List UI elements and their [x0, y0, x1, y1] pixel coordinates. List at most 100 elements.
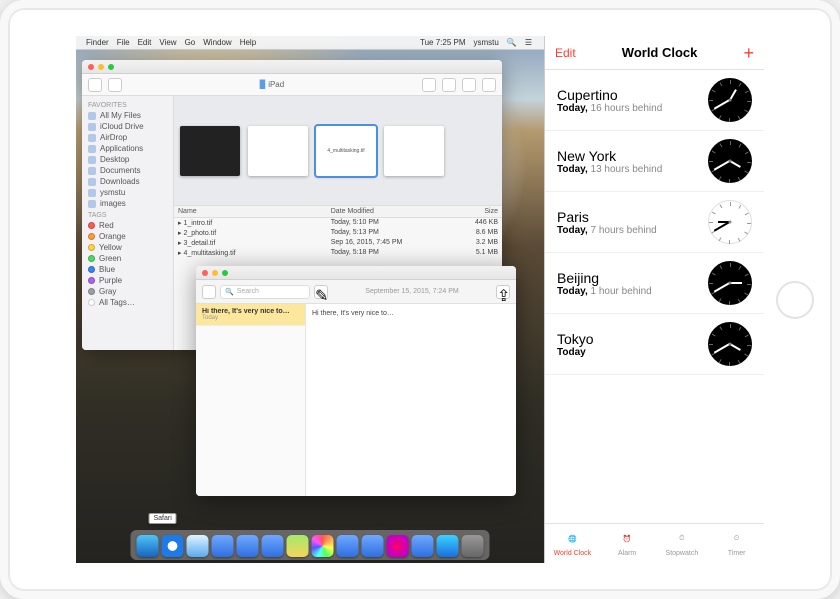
- sidebar-item[interactable]: images: [82, 198, 173, 209]
- sidebar-tag-item[interactable]: Purple: [82, 275, 173, 286]
- menubar[interactable]: Finder File Edit View Go Window Help Tue…: [76, 36, 544, 50]
- zoom-button[interactable]: [222, 270, 228, 276]
- menubar-user[interactable]: ysmstu: [474, 38, 499, 47]
- tags-button[interactable]: [482, 78, 496, 92]
- notes-list[interactable]: Hi there, It's very nice to… Today: [196, 304, 306, 496]
- dock-maps-icon[interactable]: [287, 535, 309, 557]
- city-name: New York: [557, 148, 662, 164]
- dock-photos-icon[interactable]: [312, 535, 334, 557]
- tab-timer[interactable]: ⏲Timer: [709, 524, 764, 563]
- clock-row[interactable]: BeijingToday, 1 hour behind: [545, 253, 764, 314]
- menubar-item[interactable]: Window: [203, 38, 231, 47]
- file-row[interactable]: ▸ 4_multitasking.tifToday, 5:18 PM5.1 MB: [174, 248, 502, 258]
- sidebar-item[interactable]: Downloads: [82, 176, 173, 187]
- tab-bar[interactable]: 🌐World Clock⏰Alarm⏱Stopwatch⏲Timer: [545, 523, 764, 563]
- dock-messages-icon[interactable]: [337, 535, 359, 557]
- dock-appstore-icon[interactable]: [437, 535, 459, 557]
- dock-facetime-icon[interactable]: [362, 535, 384, 557]
- finder-sidebar[interactable]: Favorites All My FilesiCloud DriveAirDro…: [82, 96, 174, 350]
- list-header[interactable]: Name Date Modified Size: [174, 206, 502, 218]
- dock-finder-icon[interactable]: [137, 535, 159, 557]
- dock-sysprefs-icon[interactable]: [462, 535, 484, 557]
- zoom-button[interactable]: [108, 64, 114, 70]
- file-row[interactable]: ▸ 2_photo.tifToday, 5:13 PM8.6 MB: [174, 228, 502, 238]
- spotlight-icon[interactable]: 🔍: [507, 38, 517, 47]
- sidebar-item[interactable]: Documents: [82, 165, 173, 176]
- close-button[interactable]: [202, 270, 208, 276]
- dock-ibooks-icon[interactable]: [412, 535, 434, 557]
- add-button[interactable]: +: [743, 44, 754, 62]
- thumbnail[interactable]: [180, 126, 240, 176]
- menubar-item[interactable]: Help: [240, 38, 256, 47]
- gallery-preview[interactable]: 4_multitasking.tif: [174, 96, 502, 206]
- thumbnail[interactable]: [384, 126, 444, 176]
- clock-row[interactable]: CupertinoToday, 16 hours behind: [545, 70, 764, 131]
- close-button[interactable]: [88, 64, 94, 70]
- notification-center-icon[interactable]: ☰: [525, 38, 532, 47]
- traffic-lights[interactable]: [88, 64, 114, 70]
- thumbnail-selected[interactable]: 4_multitasking.tif: [316, 126, 376, 176]
- tab-globe[interactable]: 🌐World Clock: [545, 524, 600, 563]
- arrange-button[interactable]: [442, 78, 456, 92]
- dock-itunes-icon[interactable]: [387, 535, 409, 557]
- forward-button[interactable]: [108, 78, 122, 92]
- note-list-item[interactable]: Hi there, It's very nice to… Today: [196, 304, 305, 326]
- sidebar-tag-item[interactable]: Red: [82, 220, 173, 231]
- share-button[interactable]: ⇪: [496, 285, 510, 299]
- compose-button[interactable]: ✎: [314, 285, 328, 299]
- list-toggle-button[interactable]: [202, 285, 216, 299]
- clock-row[interactable]: TokyoToday: [545, 314, 764, 375]
- edit-button[interactable]: Edit: [555, 46, 576, 60]
- tab-stopwatch[interactable]: ⏱Stopwatch: [655, 524, 710, 563]
- minimize-button[interactable]: [212, 270, 218, 276]
- clock-row[interactable]: ParisToday, 7 hours behind: [545, 192, 764, 253]
- sidebar-tag-item[interactable]: All Tags…: [82, 297, 173, 308]
- sidebar-item[interactable]: Applications: [82, 143, 173, 154]
- thumbnail[interactable]: [248, 126, 308, 176]
- sidebar-tag-item[interactable]: Green: [82, 253, 173, 264]
- share-button[interactable]: [462, 78, 476, 92]
- col-date[interactable]: Date Modified: [331, 208, 458, 215]
- folder-icon: [88, 123, 96, 131]
- dock-contacts-icon[interactable]: [212, 535, 234, 557]
- dock-notes-icon[interactable]: [262, 535, 284, 557]
- search-input[interactable]: 🔍 Search: [220, 285, 310, 299]
- tab-alarm[interactable]: ⏰Alarm: [600, 524, 655, 563]
- menubar-item[interactable]: Go: [185, 38, 196, 47]
- dock-safari-icon[interactable]: [162, 535, 184, 557]
- menubar-item[interactable]: Edit: [138, 38, 152, 47]
- finder-toolbar[interactable]: ▉ iPad: [82, 74, 502, 96]
- menubar-item[interactable]: Finder: [86, 38, 109, 47]
- sidebar-item[interactable]: ysmstu: [82, 187, 173, 198]
- col-name[interactable]: Name: [178, 208, 331, 215]
- sidebar-item[interactable]: iCloud Drive: [82, 121, 173, 132]
- menubar-clock[interactable]: Tue 7:25 PM: [420, 38, 466, 47]
- menubar-item[interactable]: File: [117, 38, 130, 47]
- notes-window[interactable]: 🔍 Search ✎ September 15, 2015, 7:24 PM ⇪…: [196, 266, 516, 496]
- notes-editor[interactable]: Hi there, It's very nice to…: [306, 304, 516, 496]
- sidebar-item[interactable]: All My Files: [82, 110, 173, 121]
- file-row[interactable]: ▸ 1_intro.tifToday, 5:10 PM446 KB: [174, 218, 502, 228]
- sidebar-tag-item[interactable]: Orange: [82, 231, 173, 242]
- file-row[interactable]: ▸ 3_detail.tifSep 16, 2015, 7:45 PM3.2 M…: [174, 238, 502, 248]
- view-button[interactable]: [422, 78, 436, 92]
- clock-list[interactable]: CupertinoToday, 16 hours behindNew YorkT…: [545, 70, 764, 523]
- back-button[interactable]: [88, 78, 102, 92]
- notes-toolbar[interactable]: 🔍 Search ✎ September 15, 2015, 7:24 PM ⇪: [196, 280, 516, 304]
- sidebar-item[interactable]: AirDrop: [82, 132, 173, 143]
- dock-calendar-icon[interactable]: [237, 535, 259, 557]
- window-chrome[interactable]: [196, 266, 516, 280]
- clock-row[interactable]: New YorkToday, 13 hours behind: [545, 131, 764, 192]
- ipad-home-button[interactable]: [776, 281, 814, 319]
- sidebar-tag-item[interactable]: Blue: [82, 264, 173, 275]
- minimize-button[interactable]: [98, 64, 104, 70]
- col-size[interactable]: Size: [458, 208, 498, 215]
- menubar-item[interactable]: View: [159, 38, 176, 47]
- dock[interactable]: Safari: [131, 530, 490, 560]
- dock-mail-icon[interactable]: [187, 535, 209, 557]
- sidebar-tag-item[interactable]: Yellow: [82, 242, 173, 253]
- traffic-lights[interactable]: [202, 270, 228, 276]
- window-chrome[interactable]: [82, 60, 502, 74]
- sidebar-tag-item[interactable]: Gray: [82, 286, 173, 297]
- sidebar-item[interactable]: Desktop: [82, 154, 173, 165]
